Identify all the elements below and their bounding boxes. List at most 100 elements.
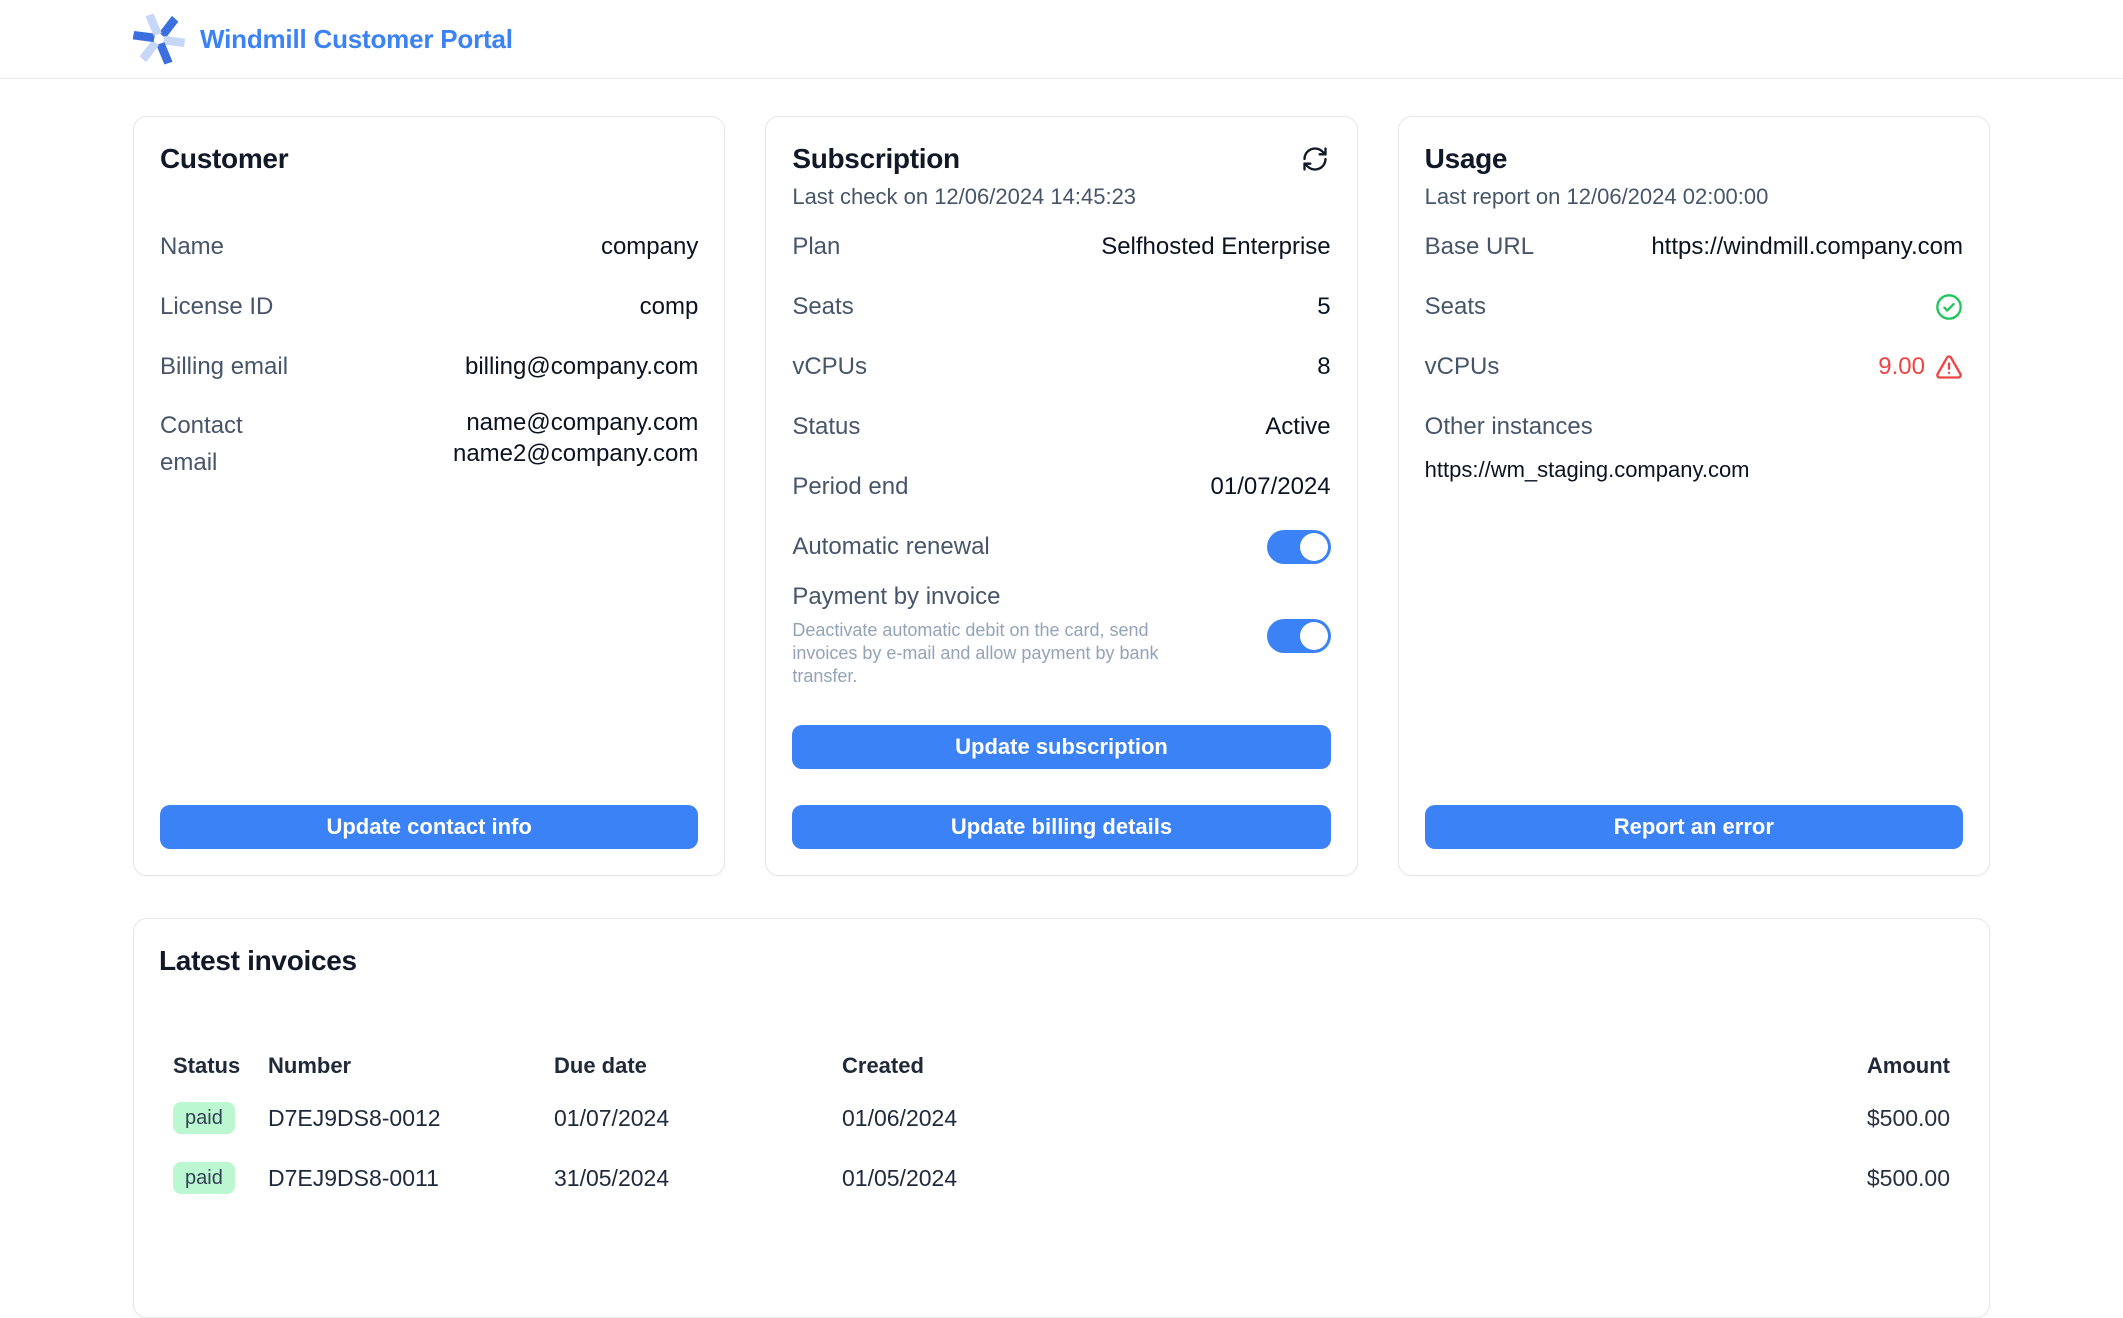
refresh-icon <box>1301 145 1329 173</box>
customer-card-title: Customer <box>160 143 288 175</box>
field-label: Status <box>792 413 860 441</box>
customer-actions: Update contact info <box>160 805 698 849</box>
amount-cell: $500.00 <box>1710 1105 1950 1132</box>
app-header: Windmill Customer Portal <box>0 0 2123 79</box>
field-value: name@company.com name2@company.com <box>453 407 698 469</box>
field-label: License ID <box>160 293 273 321</box>
due-date-cell: 01/07/2024 <box>554 1105 842 1132</box>
subscription-card-header: Subscription Last check on 12/06/2024 14… <box>792 143 1330 217</box>
column-header-status: Status <box>173 1053 268 1079</box>
toggle-label: Automatic renewal <box>792 533 989 561</box>
automatic-renewal-row: Automatic renewal <box>792 517 1330 577</box>
subscription-card-title: Subscription <box>792 143 1136 175</box>
field-label: Name <box>160 233 224 261</box>
customer-billing-email-row: Billing email billing@company.com <box>160 337 698 397</box>
field-label: Period end <box>792 473 908 501</box>
invoices-table: Status Number Due date Created Amount pa… <box>159 1044 1964 1208</box>
column-header-due-date: Due date <box>554 1053 842 1079</box>
status-cell: paid <box>173 1102 268 1134</box>
paid-status-badge: paid <box>173 1102 235 1134</box>
subscription-actions: Update subscription Update billing detai… <box>792 725 1330 849</box>
period-end-row: Period end 01/07/2024 <box>792 457 1330 517</box>
plan-row: Plan Selfhosted Enterprise <box>792 217 1330 277</box>
created-cell: 01/06/2024 <box>842 1105 1710 1132</box>
column-header-number: Number <box>268 1053 554 1079</box>
report-an-error-button[interactable]: Report an error <box>1425 805 1963 849</box>
update-contact-info-button[interactable]: Update contact info <box>160 805 698 849</box>
field-label: Other instances <box>1425 413 1593 441</box>
toggle-label: Payment by invoice <box>792 583 1212 611</box>
field-value: Active <box>1265 413 1330 441</box>
subscription-fields: Plan Selfhosted Enterprise Seats 5 vCPUs… <box>792 217 1330 688</box>
field-value: Selfhosted Enterprise <box>1101 233 1330 261</box>
warning-triangle-icon <box>1935 353 1963 381</box>
amount-cell: $500.00 <box>1710 1165 1950 1192</box>
subscription-last-check: Last check on 12/06/2024 14:45:23 <box>792 184 1136 210</box>
other-instances-label-row: Other instances <box>1425 397 1963 457</box>
refresh-button[interactable] <box>1299 143 1331 175</box>
column-header-created: Created <box>842 1053 1710 1079</box>
usage-seats-row: Seats <box>1425 277 1963 337</box>
field-value: company <box>601 233 698 261</box>
invoice-row[interactable]: paid D7EJ9DS8-0012 01/07/2024 01/06/2024… <box>159 1088 1964 1148</box>
usage-card-header: Usage Last report on 12/06/2024 02:00:00 <box>1425 143 1963 217</box>
automatic-renewal-toggle[interactable] <box>1267 530 1331 564</box>
vcpus-usage-value: 9.00 <box>1878 353 1925 381</box>
latest-invoices-title: Latest invoices <box>159 945 1964 977</box>
customer-name-row: Name company <box>160 217 698 277</box>
created-cell: 01/05/2024 <box>842 1165 1710 1192</box>
usage-card: Usage Last report on 12/06/2024 02:00:00… <box>1398 116 1990 876</box>
field-label: vCPUs <box>1425 353 1500 381</box>
payment-by-invoice-toggle[interactable] <box>1267 619 1331 653</box>
invoices-table-header: Status Number Due date Created Amount <box>159 1044 1964 1088</box>
update-subscription-button[interactable]: Update subscription <box>792 725 1330 769</box>
subscription-heading-block: Subscription Last check on 12/06/2024 14… <box>792 143 1136 210</box>
field-value: 01/07/2024 <box>1211 473 1331 501</box>
usage-vcpus-row: vCPUs 9.00 <box>1425 337 1963 397</box>
check-circle-icon <box>1935 293 1963 321</box>
column-header-amount: Amount <box>1710 1053 1950 1079</box>
usage-actions: Report an error <box>1425 805 1963 849</box>
windmill-logo-icon <box>133 13 185 65</box>
field-label: Plan <box>792 233 840 261</box>
customer-contact-email-row: Contact email name@company.com name2@com… <box>160 397 698 497</box>
contact-email-1: name@company.com <box>453 407 698 438</box>
latest-invoices-card: Latest invoices Status Number Due date C… <box>133 918 1990 1318</box>
main-content: Customer Name company License ID comp Bi… <box>0 79 2123 1318</box>
update-billing-details-button[interactable]: Update billing details <box>792 805 1330 849</box>
field-label: vCPUs <box>792 353 867 381</box>
payment-by-invoice-description: Deactivate automatic debit on the card, … <box>792 619 1212 688</box>
field-label: Billing email <box>160 353 288 381</box>
customer-card-header: Customer <box>160 143 698 217</box>
customer-card: Customer Name company License ID comp Bi… <box>133 116 725 876</box>
number-cell: D7EJ9DS8-0012 <box>268 1105 554 1132</box>
invoice-row[interactable]: paid D7EJ9DS8-0011 31/05/2024 01/05/2024… <box>159 1148 1964 1208</box>
status-cell: paid <box>173 1162 268 1194</box>
number-cell: D7EJ9DS8-0011 <box>268 1165 554 1192</box>
field-value: 5 <box>1317 293 1330 321</box>
cards-row: Customer Name company License ID comp Bi… <box>133 116 1990 876</box>
base-url-row: Base URL https://windmill.company.com <box>1425 217 1963 277</box>
other-instance-url: https://wm_staging.company.com <box>1425 457 1963 483</box>
status-row: Status Active <box>792 397 1330 457</box>
brand: Windmill Customer Portal <box>133 13 513 65</box>
customer-license-row: License ID comp <box>160 277 698 337</box>
usage-heading-block: Usage Last report on 12/06/2024 02:00:00 <box>1425 143 1769 210</box>
usage-card-title: Usage <box>1425 143 1769 175</box>
app-title: Windmill Customer Portal <box>200 24 513 55</box>
field-label: Contact email <box>160 407 280 481</box>
subscription-card: Subscription Last check on 12/06/2024 14… <box>765 116 1357 876</box>
field-label: Seats <box>792 293 853 321</box>
seats-row: Seats 5 <box>792 277 1330 337</box>
contact-email-2: name2@company.com <box>453 438 698 469</box>
payment-by-invoice-row: Payment by invoice Deactivate automatic … <box>792 577 1330 688</box>
field-value: https://windmill.company.com <box>1651 233 1963 261</box>
paid-status-badge: paid <box>173 1162 235 1194</box>
field-value: comp <box>640 293 699 321</box>
due-date-cell: 31/05/2024 <box>554 1165 842 1192</box>
field-label: Base URL <box>1425 233 1534 261</box>
customer-fields: Name company License ID comp Billing ema… <box>160 217 698 497</box>
field-value: 8 <box>1317 353 1330 381</box>
field-value: 9.00 <box>1878 353 1963 381</box>
field-value <box>1935 293 1963 321</box>
